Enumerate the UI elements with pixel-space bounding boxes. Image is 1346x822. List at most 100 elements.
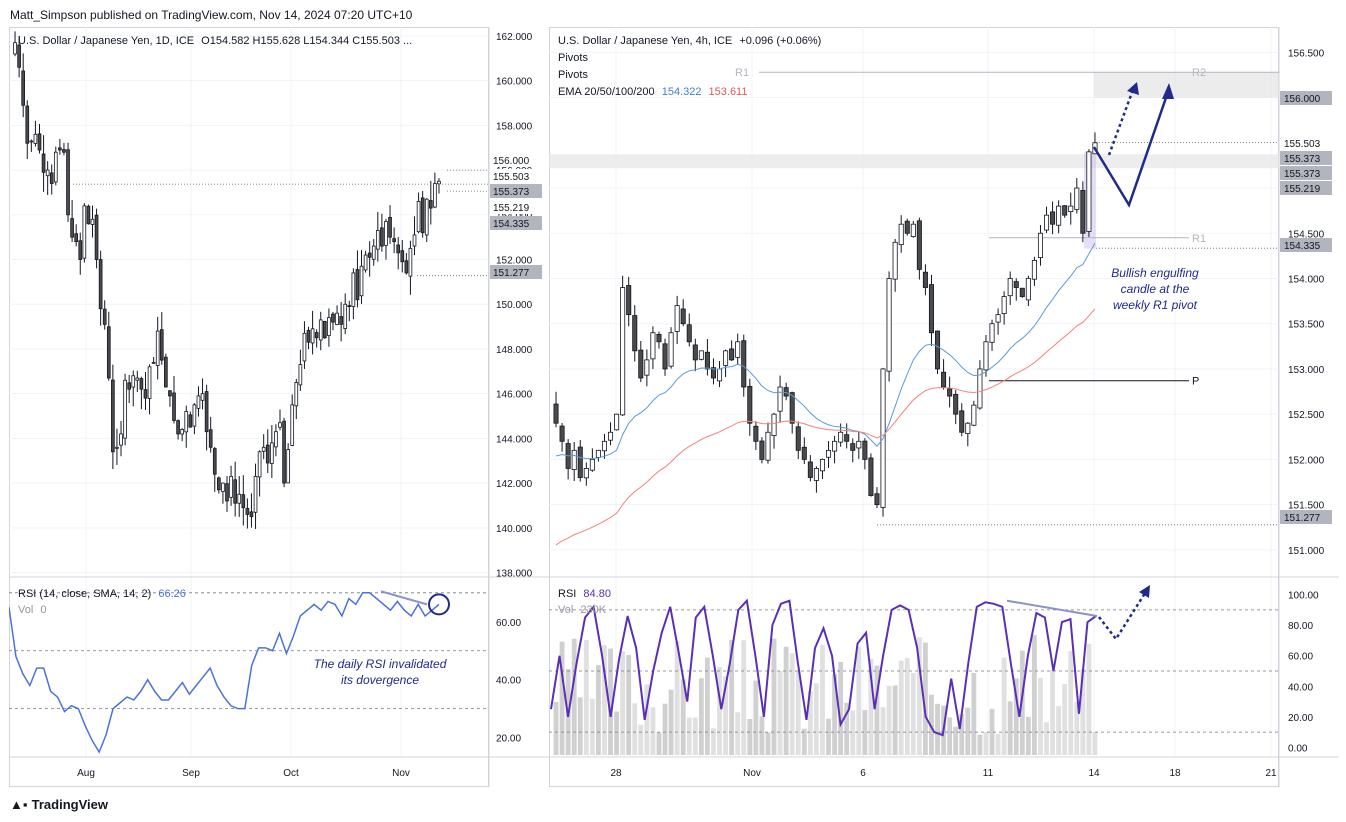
h4-candle xyxy=(916,220,922,270)
h4-x-tick: 18 xyxy=(1169,768,1181,779)
daily-candle xyxy=(424,198,429,236)
h4-ema-legend: EMA 20/50/100/200 154.322 153.611 xyxy=(558,86,751,98)
h4-symbol: U.S. Dollar / Japanese Yen, 4h, ICE xyxy=(558,35,733,47)
h4-candle xyxy=(947,388,953,397)
h4-volume-bar xyxy=(1086,643,1092,755)
daily-vol-label: Vol xyxy=(18,604,34,616)
daily-candle xyxy=(371,245,376,260)
daily-candle xyxy=(261,446,266,452)
daily-chart[interactable]: 138.000 140.000 142.000 144.000 146.000 148.0… xyxy=(9,27,549,787)
h4-volume-bar xyxy=(886,685,892,755)
daily-price-label: 155.219 xyxy=(493,203,530,214)
h4-resistance-zone xyxy=(549,154,1279,169)
daily-candle xyxy=(159,329,164,361)
daily-candle xyxy=(200,393,205,401)
h4-candle xyxy=(559,425,565,442)
h4-volume-bar xyxy=(614,711,620,755)
daily-price-label: 155.373 xyxy=(493,187,530,198)
daily-candle xyxy=(392,238,396,243)
tradingview-logo[interactable]: ▲▪ TradingView xyxy=(10,797,108,812)
h4-annotation-line-1: Bullish engulfing xyxy=(1111,266,1199,280)
daily-x-tick: Sep xyxy=(182,768,200,779)
daily-candle xyxy=(335,312,339,325)
h4-chart[interactable]: 151.000 151.500 152.000 152.500 153.000 153.5… xyxy=(549,27,1339,787)
h4-volume-bar xyxy=(947,717,953,755)
daily-legend: U.S. Dollar / Japanese Yen, 1D, ICE O154… xyxy=(18,35,416,47)
daily-candle xyxy=(380,227,384,247)
daily-candle xyxy=(102,308,107,325)
h4-volume-bar xyxy=(965,707,971,755)
daily-candle xyxy=(13,42,17,55)
daily-y-tick: 140.000 xyxy=(496,524,533,535)
daily-y-tick: 150.000 xyxy=(496,300,533,311)
daily-candle xyxy=(29,140,34,143)
h4-candle xyxy=(632,315,638,352)
daily-candle xyxy=(233,479,237,504)
h4-candle xyxy=(856,440,862,449)
daily-candle xyxy=(115,446,119,449)
h4-volume-bar xyxy=(668,689,674,755)
h4-candle xyxy=(1056,205,1062,226)
h4-volume-bar xyxy=(638,724,644,755)
h4-candle xyxy=(662,343,668,370)
h4-candle xyxy=(577,446,583,478)
h4-rsi-projection-arrow xyxy=(1098,589,1149,642)
h4-rsi-tick: 100.00 xyxy=(1288,591,1319,602)
h4-pivot-label: P xyxy=(1192,376,1199,388)
h4-candle-annotation: Bullish engulfing candle at the weekly R… xyxy=(1090,265,1220,313)
h4-candle xyxy=(777,386,783,412)
h4-volume-bar xyxy=(862,710,868,755)
daily-rsi-tick: 60.00 xyxy=(496,618,521,629)
h4-candle xyxy=(1062,205,1068,216)
h4-x-tick: 11 xyxy=(983,768,994,779)
h4-annotation-line-3: weekly R1 pivot xyxy=(1112,298,1198,312)
daily-price-label: 151.277 xyxy=(493,268,530,279)
daily-candle xyxy=(86,205,91,225)
daily-candle xyxy=(437,180,441,185)
h4-volume-bar xyxy=(571,638,577,755)
daily-divergence-line xyxy=(380,590,428,606)
tradingview-logo-icon: ▲▪ xyxy=(10,797,28,812)
h4-candle xyxy=(995,314,1001,323)
daily-candle xyxy=(420,197,425,234)
daily-candle xyxy=(212,448,217,475)
h4-candle xyxy=(953,393,959,415)
h4-volume-bar xyxy=(1092,732,1098,755)
h4-price-label: 156.000 xyxy=(1284,94,1321,105)
daily-candle xyxy=(188,414,193,428)
h4-candle xyxy=(595,449,601,458)
daily-candle xyxy=(428,200,433,209)
h4-volume-bar xyxy=(898,660,904,755)
h4-pivot-label: R1 xyxy=(1192,233,1206,245)
daily-candle xyxy=(33,133,38,144)
daily-candle xyxy=(286,449,290,484)
h4-volume-bar xyxy=(995,733,1001,755)
h4-pivots-legend-2: Pivots xyxy=(558,69,588,81)
h4-vol-legend: Vol 230K xyxy=(558,604,610,616)
h4-candle xyxy=(1001,296,1007,315)
h4-candle xyxy=(704,351,710,370)
daily-candle xyxy=(168,390,172,397)
h4-candle xyxy=(553,403,559,424)
h4-volume-bar xyxy=(626,654,632,755)
h4-candle xyxy=(813,468,819,481)
daily-candle xyxy=(310,328,315,344)
h4-candle xyxy=(656,333,662,343)
h4-volume-bar xyxy=(892,685,898,755)
h4-volume-bar xyxy=(1025,716,1031,755)
h4-volume-bar xyxy=(983,732,989,755)
daily-candle xyxy=(111,379,115,453)
h4-x-tick: 21 xyxy=(1265,768,1277,779)
h4-candle xyxy=(1068,205,1074,213)
h4-candle xyxy=(698,350,704,360)
daily-candle xyxy=(245,508,250,515)
daily-candle xyxy=(172,392,176,421)
daily-candle xyxy=(143,389,148,399)
daily-price-label: 156.000 xyxy=(493,156,530,167)
h4-x-tick: 14 xyxy=(1088,768,1100,779)
h4-volume-bar xyxy=(765,732,771,755)
publisher-line: Matt_Simpson published on TradingView.co… xyxy=(10,8,413,22)
h4-candle xyxy=(668,332,674,367)
daily-candle xyxy=(302,332,307,362)
h4-rsi-divergence-line xyxy=(1006,599,1098,618)
